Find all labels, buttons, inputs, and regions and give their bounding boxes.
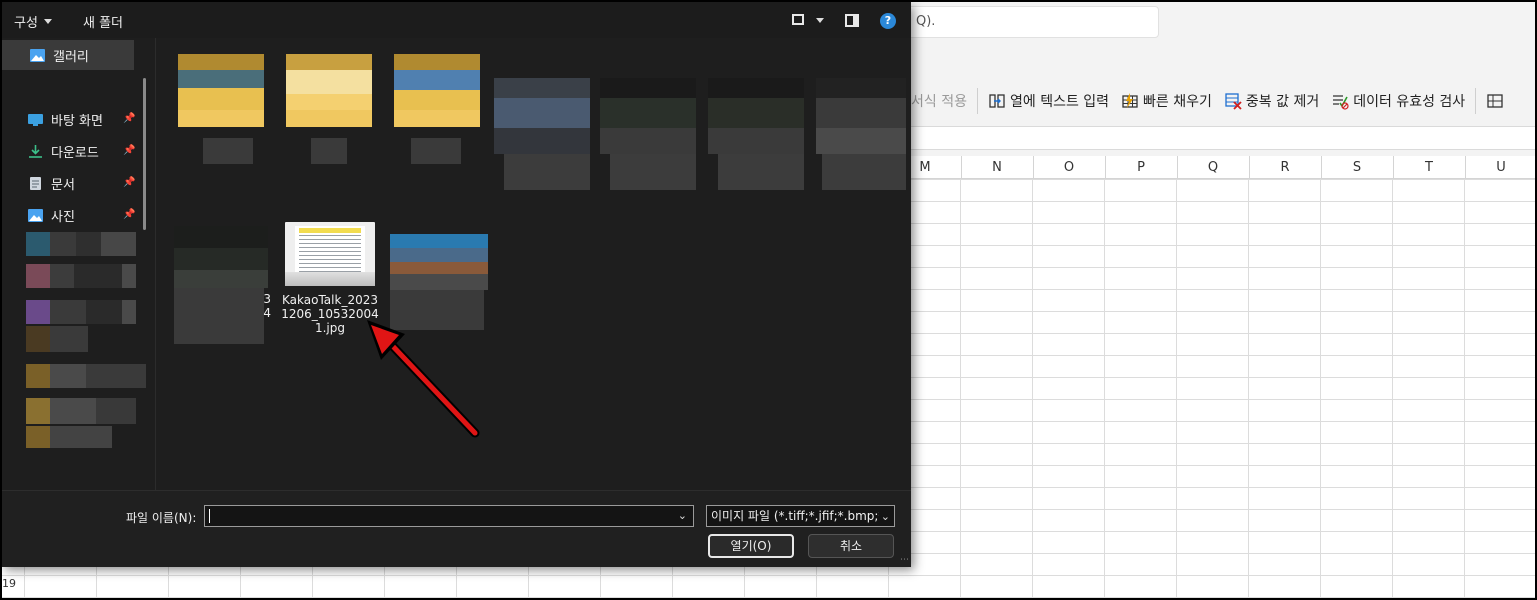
- search-hint: Q).: [916, 14, 936, 29]
- pin-icon: 📌: [123, 145, 136, 156]
- preview-pane-icon[interactable]: [845, 14, 859, 27]
- apply-format-button[interactable]: 서식 적용: [905, 86, 973, 116]
- desktop-icon: [28, 113, 43, 126]
- ribbon-label: 데이터 유효성 검사: [1353, 94, 1466, 110]
- pictures-icon: [28, 208, 43, 222]
- annotation-arrow-icon: [367, 320, 480, 438]
- sidebar-item-gallery[interactable]: 갤러리: [2, 40, 134, 70]
- obscured-label: [411, 138, 461, 164]
- image-thumbnail[interactable]: [390, 234, 488, 290]
- column-header[interactable]: Q: [1177, 156, 1250, 178]
- sidebar-item-desktop[interactable]: 바탕 화면: [28, 107, 103, 131]
- download-icon: [28, 144, 43, 158]
- column-header[interactable]: S: [1321, 156, 1394, 178]
- dialog-toolbar: 구성 새 폴더 ?: [2, 2, 911, 38]
- ribbon-divider: [976, 88, 978, 114]
- sidebar-item-label: 갤러리: [53, 49, 89, 65]
- ribbon-label: 서식 적용: [911, 94, 967, 110]
- folder-thumbnail[interactable]: [178, 54, 264, 127]
- image-thumbnail[interactable]: [816, 78, 906, 154]
- image-thumbnail[interactable]: [494, 78, 590, 154]
- view-chevron-down-icon[interactable]: [816, 18, 824, 23]
- search-box[interactable]: Q).: [905, 6, 1159, 38]
- image-thumbnail[interactable]: [708, 78, 804, 154]
- obscured-label: [822, 154, 906, 190]
- column-header[interactable]: O: [1033, 156, 1106, 178]
- consolidate-icon: [1486, 92, 1504, 110]
- chevron-down-icon[interactable]: ⌄: [678, 509, 687, 522]
- image-thumbnail[interactable]: [600, 78, 696, 154]
- view-options-icon[interactable]: [792, 14, 804, 25]
- text-to-columns-icon: [988, 92, 1006, 110]
- column-header[interactable]: U: [1465, 156, 1537, 178]
- sidebar-item-pictures[interactable]: 사진: [28, 203, 75, 227]
- folder-thumbnail[interactable]: [286, 54, 372, 127]
- obscured-label: [610, 154, 696, 190]
- ribbon-divider: [1475, 88, 1477, 114]
- sidebar-item-label: 사진: [51, 209, 75, 225]
- open-button[interactable]: 열기(O): [708, 534, 794, 558]
- file-label-fragment: 4: [263, 306, 271, 320]
- column-header[interactable]: P: [1105, 156, 1178, 178]
- ribbon-label: 빠른 채우기: [1143, 94, 1212, 110]
- sidebar-item-downloads[interactable]: 다운로드: [28, 139, 99, 163]
- dialog-footer: 파일 이름(N): ⌄ 이미지 파일 (*.tiff;*.jfif;*.bmp;…: [2, 490, 911, 567]
- filetype-select[interactable]: 이미지 파일 (*.tiff;*.jfif;*.bmp;* ⌄: [706, 505, 895, 527]
- file-name-line: KakaoTalk_2023: [282, 293, 378, 307]
- pin-icon: 📌: [123, 177, 136, 188]
- data-tools-ribbon: 서식 적용 열에 텍스트 입력 빠른 채우기 중복 값 제거 데이터 유효성 검…: [905, 84, 1510, 118]
- obscured-label: [504, 154, 590, 190]
- text-cursor: [209, 509, 210, 523]
- resize-grip-icon[interactable]: ⋯: [900, 555, 909, 565]
- consolidate-button[interactable]: [1480, 86, 1510, 116]
- column-header[interactable]: N: [961, 156, 1034, 178]
- pin-icon: 📌: [123, 209, 136, 220]
- help-icon[interactable]: ?: [880, 13, 896, 29]
- chevron-down-icon: ⌄: [878, 507, 890, 526]
- remove-duplicates-button[interactable]: 중복 값 제거: [1218, 86, 1325, 116]
- navigation-pane: 갤러리 바탕 화면 📌 다운로드 📌 문서 📌 사진 📌: [2, 38, 156, 490]
- obscured-label: [718, 154, 804, 190]
- obscured-label: [311, 138, 347, 164]
- sidebar-item-documents[interactable]: 문서: [28, 171, 75, 195]
- row-number: 19: [2, 577, 16, 590]
- new-folder-button[interactable]: 새 폴더: [83, 12, 123, 31]
- data-validation-icon: [1331, 92, 1349, 110]
- chevron-down-icon: [43, 19, 52, 24]
- sidebar-item-label: 바탕 화면: [51, 113, 103, 129]
- obscured-label: [203, 138, 253, 164]
- remove-duplicates-icon: [1224, 92, 1242, 110]
- data-validation-button[interactable]: 데이터 유효성 검사: [1325, 86, 1471, 116]
- sidebar-item-label: 문서: [51, 177, 75, 193]
- document-icon: [28, 176, 43, 190]
- organize-button[interactable]: 구성: [14, 12, 52, 31]
- column-header[interactable]: R: [1249, 156, 1322, 178]
- flash-fill-icon: [1121, 92, 1139, 110]
- formula-bar[interactable]: [905, 126, 1537, 150]
- image-thumbnail[interactable]: [174, 226, 268, 288]
- sidebar-scrollbar[interactable]: [143, 78, 146, 230]
- ribbon-label: 열에 텍스트 입력: [1009, 94, 1110, 110]
- file-label-fragment: 3: [263, 292, 271, 306]
- text-to-columns-button[interactable]: 열에 텍스트 입력: [982, 86, 1115, 116]
- ribbon-label: 중복 값 제거: [1245, 94, 1320, 110]
- filename-label: 파일 이름(N):: [126, 511, 197, 525]
- filename-input[interactable]: ⌄: [204, 505, 694, 527]
- new-folder-label: 새 폴더: [83, 16, 124, 31]
- filetype-value: 이미지 파일 (*.tiff;*.jfif;*.bmp;*: [711, 509, 885, 523]
- column-header[interactable]: T: [1393, 156, 1466, 178]
- file-open-dialog: 구성 새 폴더 ? 갤러리 바탕 화면 📌 다운로드 📌 문서 📌 사진 📌 3…: [2, 2, 911, 567]
- sidebar-item-label: 다운로드: [51, 145, 99, 161]
- flash-fill-button[interactable]: 빠른 채우기: [1115, 86, 1218, 116]
- cancel-button[interactable]: 취소: [808, 534, 894, 558]
- gallery-icon: [30, 48, 45, 62]
- pin-icon: 📌: [123, 113, 136, 124]
- organize-label: 구성: [14, 16, 38, 31]
- image-thumbnail: [285, 222, 375, 286]
- file-list[interactable]: 3 4 KakaoTalk_2023 1206_10532004 1.jpg: [157, 38, 911, 490]
- folder-thumbnail[interactable]: [394, 54, 480, 127]
